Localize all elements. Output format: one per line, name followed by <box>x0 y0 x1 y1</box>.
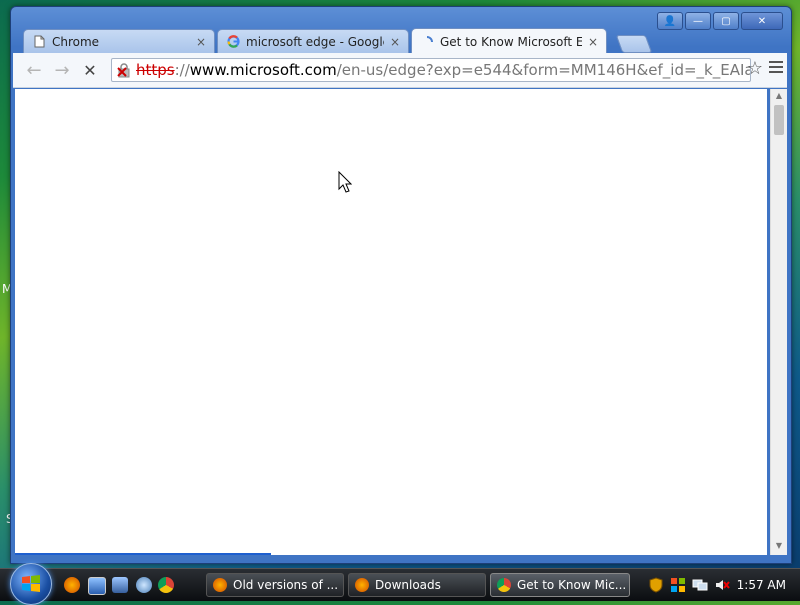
tab-title: microsoft edge - Google S <box>246 34 384 49</box>
tab-title: Get to Know Microsoft Ed <box>440 34 582 49</box>
chrome-quicklaunch-icon[interactable] <box>158 577 174 593</box>
chrome-window: 👤 — ▢ ✕ Chrome × microsoft edge - Googl … <box>10 6 792 564</box>
address-bar[interactable]: https :// www.microsoft.com /en-us/edge?… <box>111 58 751 82</box>
show-desktop-icon[interactable] <box>88 577 106 595</box>
forward-button[interactable]: → <box>51 59 73 81</box>
new-tab-button[interactable] <box>615 35 653 53</box>
tab-close-button[interactable]: × <box>196 35 206 49</box>
internet-explorer-icon[interactable] <box>136 577 152 593</box>
url-scheme: https <box>136 61 175 79</box>
url-domain: www.microsoft.com <box>189 61 337 79</box>
loading-progress-bar <box>15 553 271 555</box>
insecure-lock-icon[interactable] <box>116 60 132 80</box>
firefox-icon <box>213 578 227 592</box>
tab-title: Chrome <box>52 34 100 49</box>
stop-loading-button[interactable]: ✕ <box>79 59 101 81</box>
scroll-up-arrow-icon[interactable]: ▲ <box>773 91 785 103</box>
vertical-scrollbar[interactable]: ▲ ▼ <box>770 89 787 555</box>
tab-chrome[interactable]: Chrome × <box>23 29 215 53</box>
taskbar: Old versions of ... Downloads Get to Kno… <box>0 563 800 605</box>
security-shield-icon[interactable] <box>648 577 664 593</box>
tab-google-search[interactable]: microsoft edge - Google S × <box>217 29 409 53</box>
url-path: /en-us/edge?exp=e544&form=MM146H&ef_id=_… <box>336 61 751 79</box>
toolbar: ← → ✕ https :// www.microsoft.com /en-us… <box>13 53 787 88</box>
taskbar-button-chrome-edge[interactable]: Get to Know Mic... <box>490 573 630 597</box>
mouse-cursor-icon <box>338 170 353 196</box>
tab-strip: Chrome × microsoft edge - Google S × Get… <box>23 27 783 55</box>
taskbar-button-old-versions[interactable]: Old versions of ... <box>206 573 344 597</box>
taskbar-button-downloads[interactable]: Downloads <box>348 573 486 597</box>
page-icon <box>32 35 46 49</box>
taskbar-button-label: Get to Know Mic... <box>517 578 627 592</box>
tab-close-button[interactable]: × <box>390 35 400 49</box>
network-icon[interactable] <box>692 577 708 593</box>
bookmark-star-icon[interactable]: ☆ <box>747 58 763 79</box>
taskbar-clock[interactable]: 1:57 AM <box>737 578 786 592</box>
google-icon <box>226 35 240 49</box>
firefox-quicklaunch-icon[interactable] <box>64 577 80 593</box>
url-separator: :// <box>174 61 190 79</box>
taskbar-button-label: Downloads <box>375 578 441 592</box>
system-tray <box>648 573 730 597</box>
page-content <box>15 89 767 555</box>
chrome-menu-icon[interactable] <box>769 61 783 76</box>
firefox-icon <box>355 578 369 592</box>
volume-muted-icon[interactable] <box>714 577 730 593</box>
loading-icon <box>420 35 434 49</box>
start-button[interactable] <box>10 563 52 605</box>
scroll-down-arrow-icon[interactable]: ▼ <box>773 541 785 553</box>
switch-windows-icon[interactable] <box>112 577 128 593</box>
chrome-icon <box>497 578 511 592</box>
tab-close-button[interactable]: × <box>588 35 598 49</box>
tab-microsoft-edge[interactable]: Get to Know Microsoft Ed × <box>411 28 607 54</box>
back-button[interactable]: ← <box>23 59 45 81</box>
windows-logo-icon <box>22 575 40 592</box>
scroll-thumb[interactable] <box>774 105 784 135</box>
taskbar-button-label: Old versions of ... <box>233 578 339 592</box>
windows-update-icon[interactable] <box>670 577 686 593</box>
